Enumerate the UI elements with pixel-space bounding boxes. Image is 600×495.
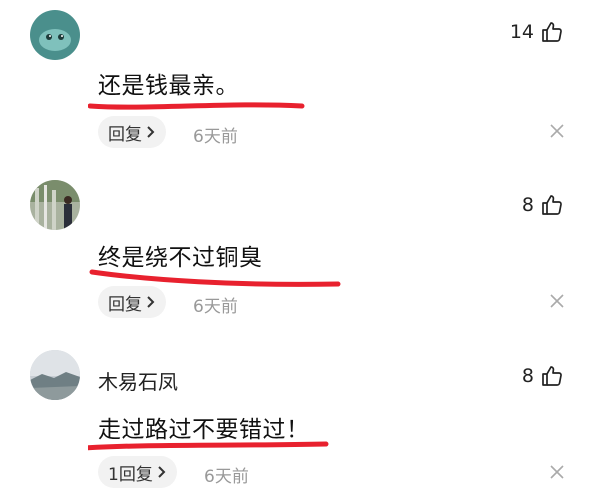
reply-label: 回复	[108, 124, 142, 145]
reply-button[interactable]: 回复	[98, 286, 166, 318]
thumbs-up-icon	[542, 366, 562, 386]
close-icon[interactable]	[550, 294, 564, 308]
like-button[interactable]: 14	[510, 20, 564, 44]
red-underline	[88, 102, 305, 110]
close-icon[interactable]	[550, 124, 564, 138]
avatar[interactable]	[30, 180, 80, 230]
close-icon[interactable]	[550, 465, 564, 479]
like-button[interactable]: 8	[522, 364, 564, 388]
like-button[interactable]: 8	[522, 193, 564, 217]
chevron-right-icon	[147, 126, 155, 138]
chevron-right-icon	[147, 296, 155, 308]
chevron-right-icon	[158, 466, 166, 478]
avatar[interactable]	[30, 350, 80, 400]
timestamp: 6天前	[193, 127, 238, 147]
red-underline	[88, 441, 329, 451]
thumbs-up-icon	[542, 22, 562, 42]
comment-text: 还是钱最亲。	[98, 73, 239, 99]
reply-label: 1回复	[108, 464, 153, 485]
reply-button[interactable]: 1回复	[98, 456, 177, 488]
username[interactable]: 木易石凤	[98, 366, 178, 395]
thumbs-up-icon	[542, 195, 562, 215]
avatar[interactable]	[30, 10, 80, 60]
timestamp: 6天前	[193, 297, 238, 317]
like-count: 8	[521, 365, 534, 387]
like-count: 14	[509, 21, 534, 43]
like-count: 8	[521, 194, 534, 216]
reply-button[interactable]: 回复	[98, 116, 166, 148]
reply-label: 回复	[108, 294, 142, 315]
timestamp: 6天前	[204, 467, 249, 487]
